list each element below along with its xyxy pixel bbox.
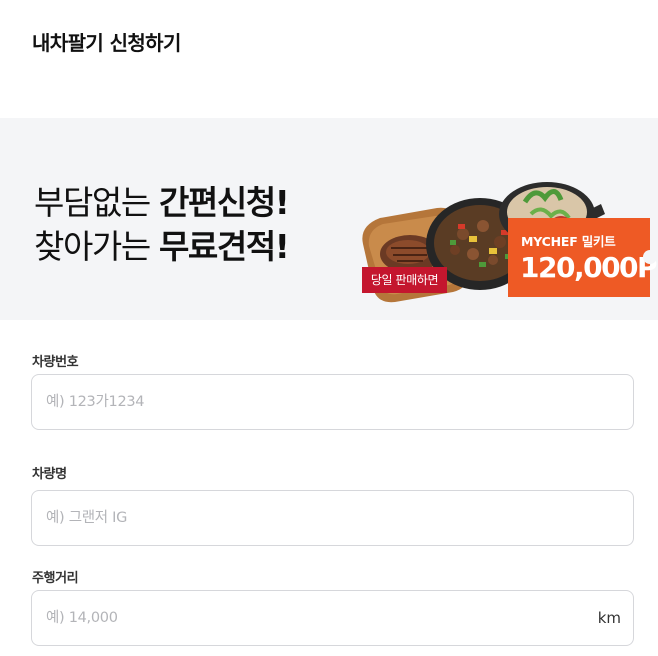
car-number-label: 차량번호	[32, 355, 79, 370]
car-name-input[interactable]	[46, 491, 586, 545]
banner-headline-2-bold: 무료견적!	[158, 227, 290, 266]
mileage-field[interactable]: km	[31, 590, 634, 646]
banner-headline-2-regular: 찾아가는	[34, 227, 159, 266]
mileage-unit: km	[597, 609, 621, 627]
coupon-notch	[643, 250, 657, 264]
coupon-amount: 120,000P	[520, 251, 658, 284]
coupon-label: MYCHEF 밀키트	[521, 234, 616, 249]
mileage-label: 주행거리	[32, 571, 79, 586]
promo-tag: 당일 판매하면	[362, 267, 447, 293]
banner-headline-1: 부담없는 간편신청!	[34, 176, 290, 224]
car-number-field[interactable]	[31, 374, 634, 430]
banner-headline-1-bold: 간편신청!	[158, 183, 290, 222]
page-title: 내차팔기 신청하기	[32, 31, 181, 55]
car-number-input[interactable]	[46, 375, 586, 429]
mileage-input[interactable]	[46, 591, 586, 645]
banner-headline-1-regular: 부담없는	[34, 183, 159, 222]
car-name-label: 차량명	[32, 467, 67, 482]
points-coupon: MYCHEF 밀키트 120,000P	[508, 218, 658, 297]
banner-headline-2: 찾아가는 무료견적!	[34, 220, 290, 268]
car-name-field[interactable]	[31, 490, 634, 546]
